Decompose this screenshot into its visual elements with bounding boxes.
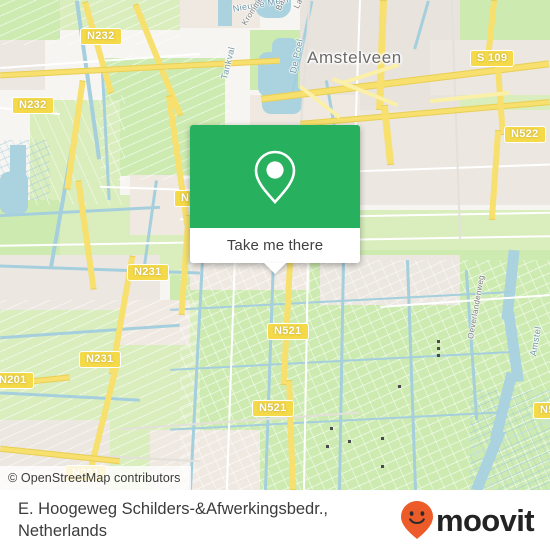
take-me-there-label: Take me there [226,237,324,254]
location-popup-card[interactable]: Take me there [190,125,360,274]
popup-pointer [264,263,286,274]
road-shield: N521 [267,323,309,340]
address-line-2: Netherlands [18,522,107,540]
app-root: Amstelveen Amstel De Poel Tankval Nieuwe Mee… [0,0,550,550]
road-shield: S 109 [470,50,515,67]
road-shield: N231 [79,351,121,368]
moovit-logo[interactable]: moovit [400,500,535,540]
road-shield: N201 [0,372,34,389]
road-shield: N231 [127,264,169,281]
address-block: E. Hoogeweg Schilders-&Afwerkingsbedr., … [18,498,328,542]
road-shield: N522 [504,126,546,143]
popup-card-header [190,125,360,228]
road-shield: N232 [12,97,54,114]
moovit-wordmark: moovit [435,502,535,538]
map-pin-icon [254,150,296,204]
road-shield: N232 [80,28,122,45]
road-shield: N521 [252,400,294,417]
road-shield: N522 [533,402,550,419]
popup-card-footer[interactable]: Take me there [190,228,360,274]
address-line-1: E. Hoogeweg Schilders-&Afwerkingsbedr., [18,500,328,518]
bottom-info-bar: E. Hoogeweg Schilders-&Afwerkingsbedr., … [0,490,550,550]
osm-attribution[interactable]: © OpenStreetMap contributors [0,466,191,490]
moovit-smiley-pin-icon [400,501,433,539]
map-canvas[interactable]: Amstelveen Amstel De Poel Tankval Nieuwe Mee… [0,0,550,490]
